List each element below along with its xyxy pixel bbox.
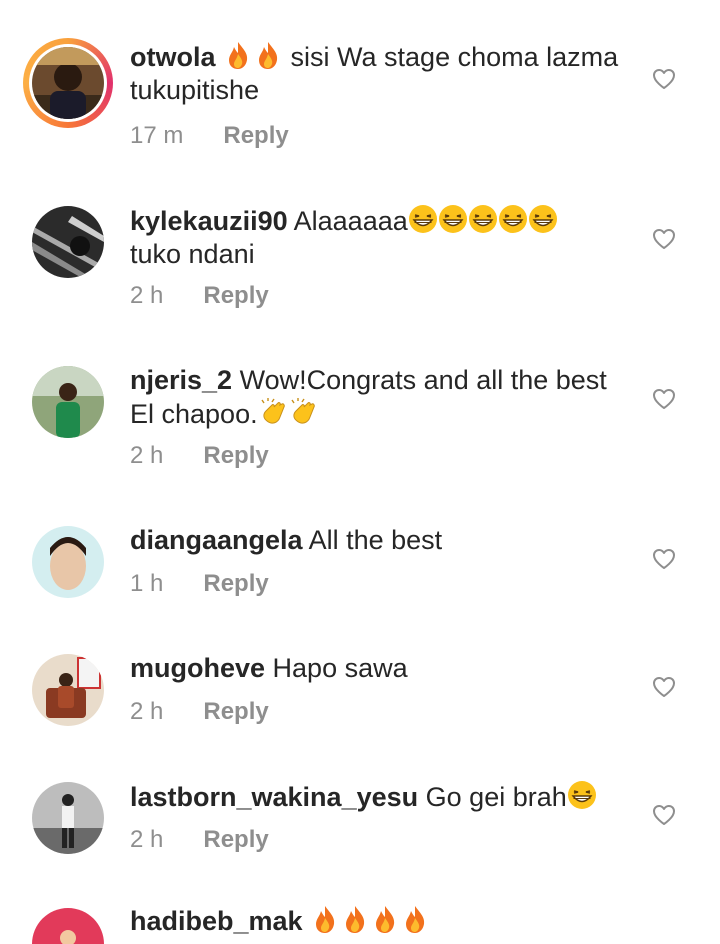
comment-time: 1 h xyxy=(130,570,164,597)
comment-username[interactable]: lastborn_wakina_yesu xyxy=(130,782,418,812)
avatar[interactable] xyxy=(23,38,113,128)
reply-button[interactable]: Reply xyxy=(203,442,268,470)
comment-username[interactable]: hadibeb_mak xyxy=(130,906,303,936)
grinning-squint-emoji xyxy=(567,780,597,810)
comment-time: 2 h xyxy=(130,826,164,853)
avatar[interactable] xyxy=(32,206,104,278)
comment-text: Alaaaaaa xyxy=(293,206,408,236)
heart-outline-icon[interactable] xyxy=(652,68,676,90)
heart-outline-icon[interactable] xyxy=(652,228,676,250)
comment-username[interactable]: kylekauzii90 xyxy=(130,206,288,236)
reply-button[interactable]: Reply xyxy=(203,698,268,726)
comment-username[interactable]: njeris_2 xyxy=(130,365,232,395)
grinning-squint-emoji xyxy=(528,204,558,234)
avatar[interactable] xyxy=(32,908,104,944)
grinning-squint-emoji xyxy=(468,204,498,234)
comment-username[interactable]: diangaangela xyxy=(130,525,303,555)
reply-button[interactable]: Reply xyxy=(203,826,268,854)
avatar[interactable] xyxy=(32,782,104,854)
grinning-squint-emoji xyxy=(438,204,468,234)
fire-emoji xyxy=(340,904,370,934)
comment-time: 2 h xyxy=(130,698,164,725)
reply-button[interactable]: Reply xyxy=(203,282,268,310)
fire-emoji xyxy=(400,904,430,934)
comment-username[interactable]: otwola xyxy=(130,42,216,72)
heart-outline-icon[interactable] xyxy=(652,804,676,826)
comment-text: All the best xyxy=(308,525,443,555)
grinning-squint-emoji xyxy=(498,204,528,234)
comment-time: 2 h xyxy=(130,282,164,309)
comment-text: tuko ndani xyxy=(130,239,255,269)
heart-outline-icon[interactable] xyxy=(652,676,676,698)
heart-outline-icon[interactable] xyxy=(652,388,676,410)
heart-outline-icon[interactable] xyxy=(652,548,676,570)
comment-time: 17 m xyxy=(130,122,184,149)
reply-button[interactable]: Reply xyxy=(223,122,288,150)
avatar[interactable] xyxy=(32,526,104,598)
reply-button[interactable]: Reply xyxy=(203,570,268,598)
fire-emoji xyxy=(253,40,283,70)
avatar[interactable] xyxy=(32,654,104,726)
comment-username[interactable]: mugoheve xyxy=(130,653,265,683)
clapping-hands-emoji xyxy=(288,397,318,427)
comment-text: Go gei brah xyxy=(425,782,567,812)
fire-emoji xyxy=(223,40,253,70)
comment-text: Hapo sawa xyxy=(272,653,408,683)
avatar[interactable] xyxy=(32,366,104,438)
comment-time: 2 h xyxy=(130,442,164,469)
fire-emoji xyxy=(310,904,340,934)
grinning-squint-emoji xyxy=(408,204,438,234)
clapping-hands-emoji xyxy=(258,397,288,427)
fire-emoji xyxy=(370,904,400,934)
